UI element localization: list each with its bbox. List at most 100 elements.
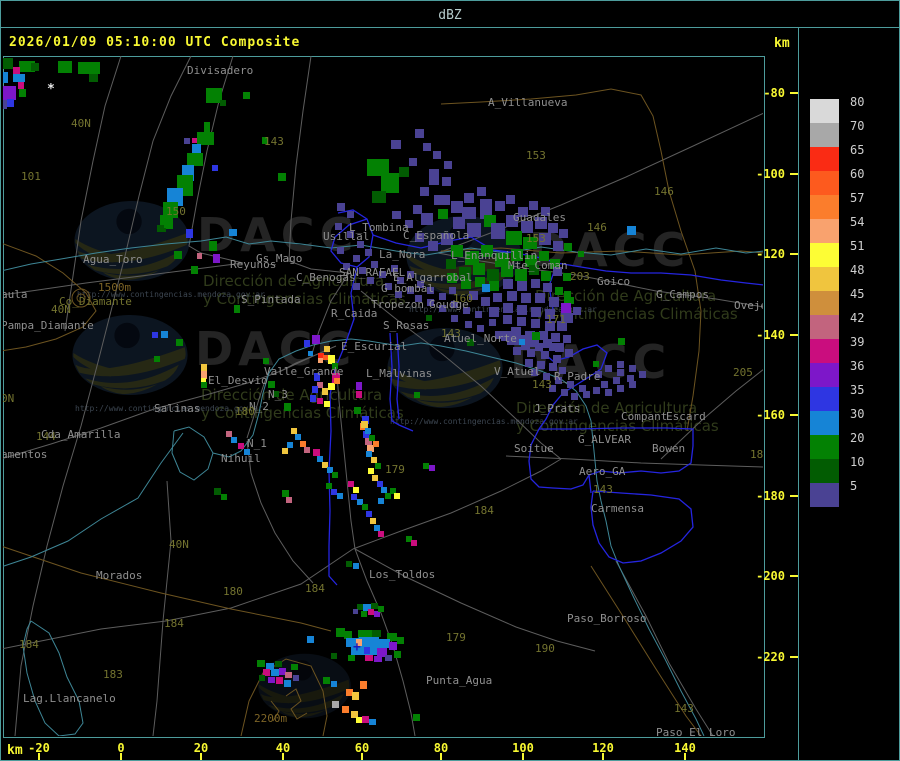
route-label: 183	[103, 668, 123, 681]
route-label: 180	[235, 405, 255, 418]
radar-echo-cell	[429, 465, 435, 471]
radar-echo-cell	[617, 361, 624, 368]
right-axis-tick	[790, 656, 798, 658]
radar-echo-cell	[365, 428, 371, 434]
radar-echo-cell	[161, 331, 168, 338]
basemap-lines	[3, 56, 763, 736]
radar-echo-cell	[370, 518, 376, 524]
radar-app-window: dBZ 2026/01/09 05:10:00 UTC Composite km…	[0, 0, 900, 761]
legend-swatch	[810, 315, 839, 339]
route-label: 40N	[71, 117, 91, 130]
radar-echo-cell	[564, 243, 572, 251]
radar-echo-cell	[503, 315, 512, 324]
place-label: J_Prats	[534, 402, 581, 415]
timestamp-label: 2026/01/09 05:10:00 UTC Composite	[9, 35, 301, 50]
radar-echo-cell	[617, 369, 624, 376]
axis-unit-top: km	[774, 36, 790, 51]
radar-echo-cell	[312, 386, 318, 393]
right-axis-label: -140	[756, 328, 785, 342]
radar-echo-cell	[337, 493, 343, 499]
place-label: Agua_Toro	[83, 253, 143, 266]
radar-echo-cell	[627, 226, 636, 235]
route-label: 143	[593, 483, 613, 496]
route-label: 146	[587, 221, 607, 234]
radar-echo-cell	[617, 385, 624, 392]
route-label: 179	[385, 463, 405, 476]
radar-echo-cell	[243, 92, 250, 99]
page-title: dBZ	[438, 8, 462, 23]
radar-echo-cell	[389, 642, 397, 650]
place-label: Salinas	[154, 402, 201, 415]
legend-swatch	[810, 99, 839, 123]
place-label: La_Nora	[379, 248, 426, 261]
radar-echo-cell	[451, 315, 458, 322]
radar-echo-cell	[276, 677, 283, 684]
radar-echo-cell	[442, 177, 451, 186]
radar-echo-cell	[369, 719, 376, 725]
radar-echo-cell	[613, 377, 620, 384]
legend-swatch	[810, 267, 839, 291]
radar-echo-cell	[209, 241, 217, 251]
radar-echo-cell	[285, 672, 292, 678]
legend-value: 5	[850, 479, 858, 493]
radar-echo-cell	[507, 291, 517, 301]
legend-value: 42	[850, 311, 865, 325]
radar-echo-cell	[213, 254, 220, 263]
radar-echo-cell	[352, 692, 359, 700]
legend-swatch	[810, 147, 839, 171]
radar-echo-cell	[517, 305, 527, 315]
radar-echo-cell	[353, 609, 358, 614]
radar-echo-cell	[374, 656, 382, 662]
radar-echo-cell	[413, 714, 420, 721]
route-label: 101	[21, 170, 41, 183]
radar-echo-cell	[411, 540, 417, 546]
radar-echo-cell	[543, 339, 552, 348]
place-label: Paso_El_Loro	[656, 726, 736, 736]
place-label: R_Caida	[331, 307, 378, 320]
radar-echo-cell	[154, 356, 160, 362]
legend-value: 54	[850, 215, 865, 229]
radar-echo-cell	[605, 389, 612, 396]
radar-echo-cell	[18, 82, 24, 89]
place-label: amentos	[3, 448, 48, 461]
route-label: 171	[546, 313, 566, 326]
radar-echo-cell	[503, 303, 513, 313]
route-label: 184	[19, 638, 39, 651]
radar-echo-cell	[420, 187, 429, 196]
right-axis-tick	[790, 414, 798, 416]
route-label: 179	[446, 631, 466, 644]
place-label: S_Pintada	[241, 293, 301, 306]
place-label: L_Tombina	[349, 221, 409, 234]
radar-echo-cell	[578, 251, 584, 257]
legend-value: 51	[850, 239, 865, 253]
radar-echo-cell	[318, 358, 323, 363]
radar-echo-cell	[368, 468, 374, 474]
place-label: G_ALVEAR	[578, 433, 631, 446]
bottom-axis-label: 20	[193, 741, 209, 755]
radar-echo-cell	[360, 681, 367, 689]
place-label: El_Desvio	[208, 374, 268, 387]
right-axis-tick	[790, 495, 798, 497]
radar-echo-cell	[548, 223, 558, 233]
radar-echo-cell	[356, 391, 362, 398]
radar-echo-cell	[464, 193, 474, 203]
radar-echo-cell	[629, 381, 636, 388]
radar-echo-cell	[414, 392, 420, 398]
legend-swatch	[810, 459, 839, 483]
radar-map: DACC Dirección de Agricultura y Contingenc…	[3, 56, 763, 736]
radar-echo-cell	[284, 680, 291, 687]
place-label: Carmensa	[591, 502, 644, 515]
radar-echo-cell	[174, 251, 182, 259]
radar-echo-cell	[346, 561, 352, 567]
radar-echo-cell	[3, 58, 13, 69]
place-label: Pampa_Diamante	[3, 319, 94, 332]
radar-echo-cell	[565, 349, 573, 357]
radar-echo-cell	[532, 332, 540, 340]
radar-echo-cell	[310, 395, 316, 402]
radar-echo-cell	[397, 637, 404, 644]
radar-echo-cell	[433, 151, 441, 159]
radar-echo-cell	[561, 389, 568, 396]
radar-echo-cell	[282, 490, 289, 497]
radar-echo-cell	[229, 229, 237, 236]
route-label: 153	[526, 149, 546, 162]
